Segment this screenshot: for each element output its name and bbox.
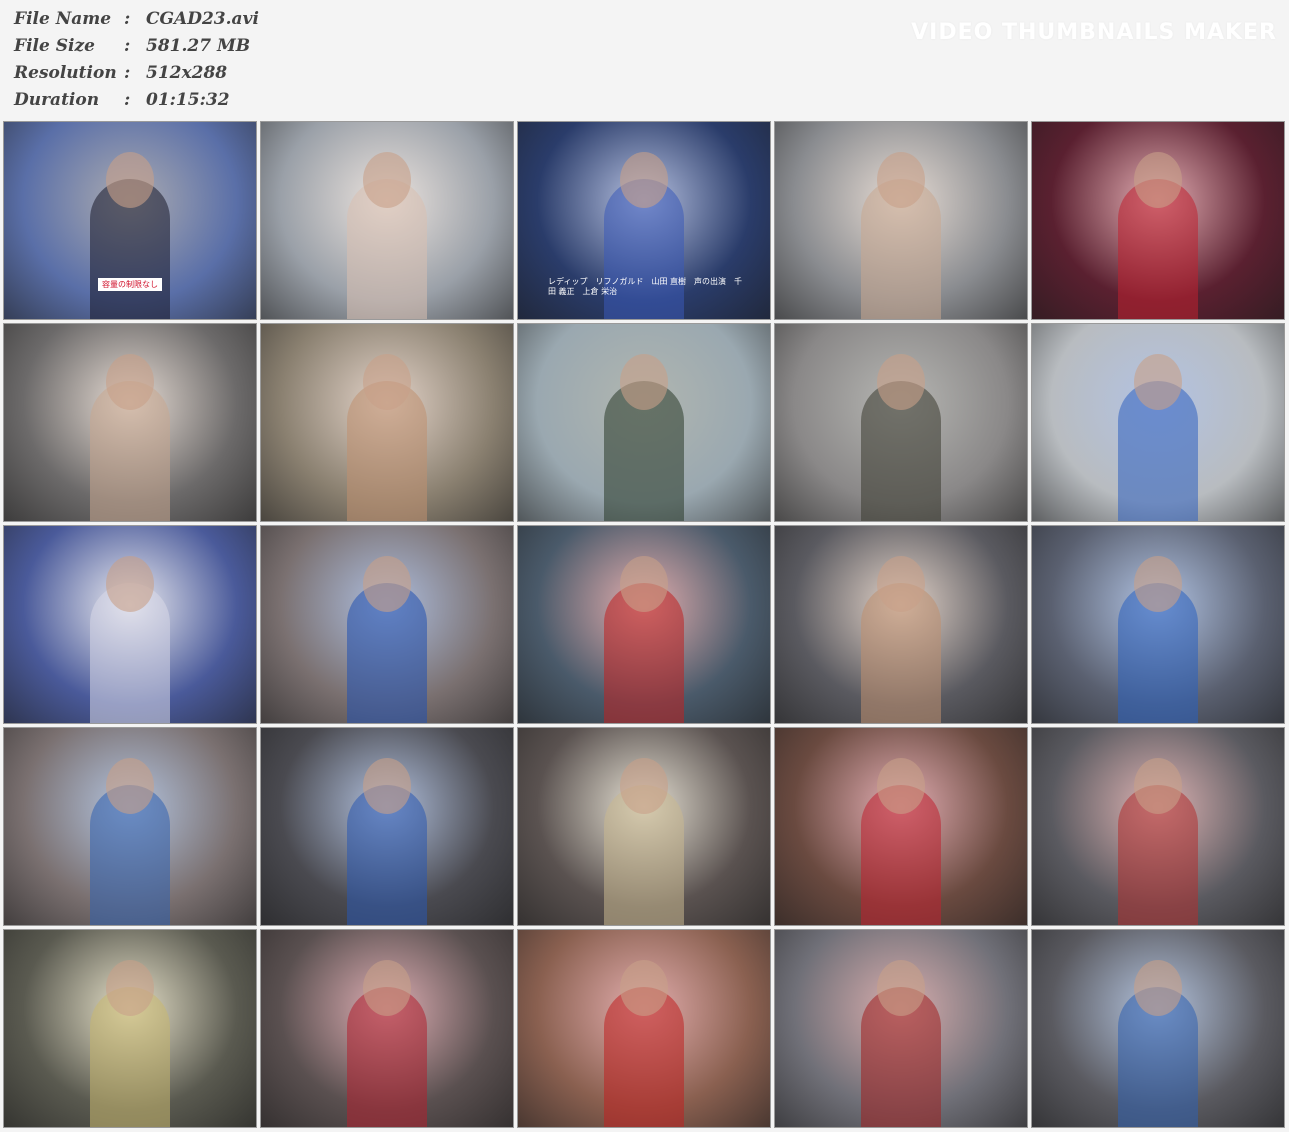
- info-row: Duration:01:15:32: [14, 87, 259, 114]
- info-value: 01:15:32: [146, 90, 230, 110]
- video-thumbnail: [3, 929, 257, 1128]
- video-thumbnail: [774, 323, 1028, 522]
- thumbnail-subject-head: [1134, 758, 1182, 814]
- thumbnail-subject-head: [620, 556, 668, 612]
- info-colon: :: [124, 63, 131, 83]
- thumbnail-subject-head: [106, 758, 154, 814]
- info-row: Resolution:512x288: [14, 60, 259, 87]
- info-colon: :: [124, 9, 131, 29]
- thumbnail-subject-head: [363, 152, 411, 208]
- video-thumbnail: [1031, 121, 1285, 320]
- thumbnail-subject-head: [620, 960, 668, 1016]
- thumbnail-subject-head: [1134, 556, 1182, 612]
- thumbnail-subject-head: [363, 758, 411, 814]
- video-thumbnail: [260, 929, 514, 1128]
- info-colon: :: [124, 90, 131, 110]
- video-thumbnail: [260, 525, 514, 724]
- video-thumbnail: [3, 525, 257, 724]
- thumbnail-subject-head: [363, 556, 411, 612]
- info-row: File Size:581.27 MB: [14, 33, 259, 60]
- file-info-panel: File Name: CGAD23.avi File Size:581.27 MB R…: [14, 6, 259, 114]
- thumbnail-subject-head: [1134, 152, 1182, 208]
- video-thumbnail: [1031, 525, 1285, 724]
- video-thumbnail: [517, 727, 771, 926]
- video-thumbnail: [260, 121, 514, 320]
- video-thumbnail: [774, 929, 1028, 1128]
- thumbnail-subject-head: [363, 960, 411, 1016]
- video-thumbnail: 容量の制限なし: [3, 121, 257, 320]
- thumbnail-subject-head: [877, 152, 925, 208]
- video-thumbnail: [1031, 727, 1285, 926]
- thumbnail-subject-head: [877, 960, 925, 1016]
- thumbnail-subject-head: [877, 556, 925, 612]
- info-colon: :: [124, 36, 131, 56]
- video-thumbnail: [1031, 929, 1285, 1128]
- video-thumbnail: レディップ リフノガルド 山田 直樹 声の出演 千田 義正 上倉 栄治: [517, 121, 771, 320]
- video-thumbnail: [3, 323, 257, 522]
- watermark: VIDEO THUMBNAILS MAKER: [911, 20, 1277, 45]
- video-thumbnail: [1031, 323, 1285, 522]
- thumbnail-subject-head: [106, 152, 154, 208]
- video-thumbnail: [774, 727, 1028, 926]
- video-thumbnail: [260, 323, 514, 522]
- video-thumbnail: [517, 323, 771, 522]
- thumbnail-subject-head: [363, 354, 411, 410]
- video-thumbnail: [517, 525, 771, 724]
- info-row: File Name: CGAD23.avi: [14, 6, 259, 33]
- info-label: File Size: [14, 36, 95, 56]
- video-thumbnail: [260, 727, 514, 926]
- thumbnail-subject-head: [1134, 354, 1182, 410]
- thumbnail-subject-head: [877, 758, 925, 814]
- info-label: Duration: [14, 90, 100, 110]
- video-thumbnail: [774, 121, 1028, 320]
- info-label: File Name: [14, 9, 112, 29]
- info-value: CGAD23.avi: [146, 9, 259, 29]
- info-label: Resolution: [14, 63, 117, 83]
- thumbnail-subject-head: [106, 354, 154, 410]
- thumbnail-caption-badge: 容量の制限なし: [98, 278, 162, 291]
- info-value: 581.27 MB: [146, 36, 251, 56]
- thumbnail-subject-head: [1134, 960, 1182, 1016]
- video-thumbnail: [774, 525, 1028, 724]
- thumbnail-subject-head: [620, 152, 668, 208]
- thumbnail-subject-head: [106, 556, 154, 612]
- thumbnail-grid: 容量の制限なし レディップ リフノガルド 山田 直樹 声の出演 千田 義正 上倉 …: [3, 121, 1285, 1128]
- info-value: 512x288: [146, 63, 228, 83]
- video-thumbnail: [3, 727, 257, 926]
- thumbnail-subject-head: [877, 354, 925, 410]
- video-thumbnail: [517, 929, 771, 1128]
- thumbnail-subject-head: [106, 960, 154, 1016]
- thumbnail-subject-head: [620, 758, 668, 814]
- thumbnail-credits-caption: レディップ リフノガルド 山田 直樹 声の出演 千田 義正 上倉 栄治: [548, 277, 742, 296]
- thumbnail-subject-head: [620, 354, 668, 410]
